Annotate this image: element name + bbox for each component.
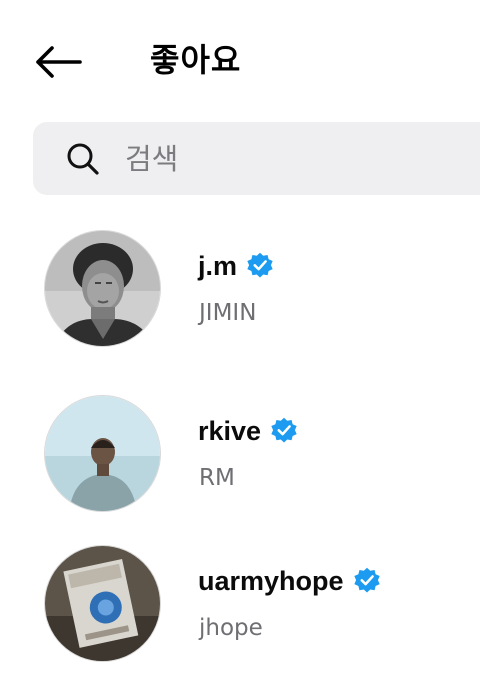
list-item[interactable]: rkive RM: [0, 379, 480, 529]
username-line: rkive: [198, 413, 298, 449]
list-item[interactable]: uarmyhope jhope: [0, 529, 480, 679]
avatar[interactable]: [44, 545, 161, 662]
back-button[interactable]: [30, 38, 86, 86]
list-item[interactable]: j.m JIMIN: [0, 214, 480, 364]
username[interactable]: j.m: [198, 248, 237, 284]
search-input[interactable]: [125, 141, 425, 176]
avatar[interactable]: [44, 395, 161, 512]
verified-badge-icon: [353, 567, 381, 595]
username[interactable]: uarmyhope: [198, 563, 344, 599]
username-line: j.m: [198, 248, 274, 284]
verified-badge-icon: [270, 417, 298, 445]
full-name: jhope: [199, 615, 263, 641]
top-bar: 좋아요: [0, 0, 480, 118]
page-title: 좋아요: [150, 41, 242, 79]
username-line: uarmyhope: [198, 563, 381, 599]
search-bar[interactable]: [33, 122, 480, 195]
search-icon: [63, 139, 103, 179]
username[interactable]: rkive: [198, 413, 261, 449]
full-name: JIMIN: [199, 300, 257, 326]
arrow-left-icon: [36, 46, 82, 78]
avatar[interactable]: [44, 230, 161, 347]
verified-badge-icon: [246, 252, 274, 280]
full-name: RM: [199, 465, 235, 491]
